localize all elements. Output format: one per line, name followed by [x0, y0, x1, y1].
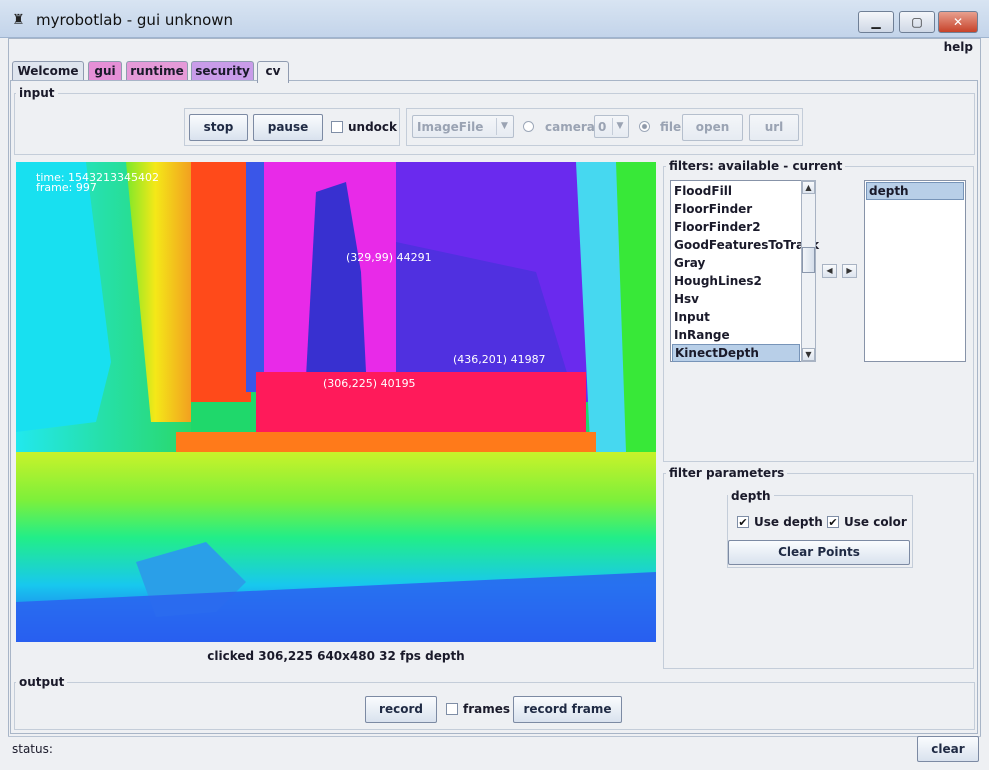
minimize-button[interactable]: ▁ — [858, 11, 894, 33]
frames-label: frames — [463, 702, 511, 716]
camera-index-value: 0 — [598, 120, 607, 134]
menu-help[interactable]: help — [944, 40, 973, 54]
depth-image — [16, 162, 656, 642]
frames-checkbox[interactable] — [446, 703, 458, 715]
filters-group-title: filters: available - current — [666, 159, 846, 173]
filter-item-floorfinder2[interactable]: FloorFinder2 — [672, 218, 761, 236]
scroll-down-icon[interactable]: ▼ — [802, 348, 815, 361]
camera-label: camera — [545, 120, 595, 134]
undock-checkbox[interactable] — [331, 121, 343, 133]
use-depth-label: Use depth — [754, 515, 823, 529]
clear-points-button[interactable]: Clear Points — [728, 540, 910, 565]
camera-index-select[interactable]: 0 ▼ — [594, 115, 629, 138]
chevron-down-icon: ▼ — [496, 118, 512, 135]
scroll-up-icon[interactable]: ▲ — [802, 181, 815, 194]
filter-item-gray[interactable]: Gray — [672, 254, 705, 272]
depth-point-label: (306,225) 40195 — [323, 377, 416, 390]
filter-item-hsv[interactable]: Hsv — [672, 290, 699, 308]
open-button[interactable]: open — [682, 114, 743, 141]
depth-point-label: (436,201) 41987 — [453, 353, 546, 366]
use-depth-checkbox[interactable]: ✔ — [737, 516, 749, 528]
filter-item-inrange[interactable]: InRange — [672, 326, 730, 344]
clear-button[interactable]: clear — [917, 736, 979, 762]
video-display[interactable]: time: 1543213345402 frame: 997 (329,99) … — [16, 162, 656, 642]
undock-label: undock — [348, 120, 398, 134]
pause-button[interactable]: pause — [253, 114, 323, 141]
tab-cv[interactable]: cv — [257, 61, 289, 83]
current-filters-list[interactable]: depth — [864, 180, 966, 362]
url-button[interactable]: url — [749, 114, 799, 141]
tab-security[interactable]: security — [191, 61, 254, 81]
tab-welcome[interactable]: Welcome — [12, 61, 84, 81]
filter-item-floodfill[interactable]: FloodFill — [672, 182, 732, 200]
stop-button[interactable]: stop — [189, 114, 248, 141]
grabber-select[interactable]: ImageFile ▼ — [412, 115, 514, 138]
maximize-button[interactable]: ▢ — [899, 11, 935, 33]
arrow-left-icon[interactable]: ◀ — [822, 264, 837, 278]
arrow-right-icon[interactable]: ▶ — [842, 264, 857, 278]
depth-point-label: (329,99) 44291 — [346, 251, 432, 264]
use-color-label: Use color — [844, 515, 907, 529]
window-title: myrobotlab - gui unknown — [36, 11, 234, 29]
filter-item-houghlines2[interactable]: HoughLines2 — [672, 272, 762, 290]
filter-parameters-title: filter parameters — [666, 466, 788, 480]
camera-radio[interactable] — [523, 121, 534, 132]
tab-gui[interactable]: gui — [88, 61, 122, 81]
frame-readout: frame: 997 — [36, 181, 97, 194]
video-status-line: clicked 306,225 640x480 32 fps depth — [207, 649, 465, 663]
status-label: status: — [12, 742, 53, 756]
chevron-down-icon: ▼ — [612, 118, 627, 135]
grabber-select-value: ImageFile — [417, 120, 484, 134]
filter-item-input[interactable]: Input — [672, 308, 710, 326]
input-group-title: input — [16, 86, 58, 100]
close-button[interactable]: ✕ — [938, 11, 978, 33]
status-bar — [8, 736, 981, 762]
file-radio[interactable] — [639, 121, 650, 132]
scrollbar-thumb[interactable] — [802, 247, 815, 273]
filters-scrollbar[interactable]: ▲ ▼ — [801, 180, 816, 362]
record-button[interactable]: record — [365, 696, 437, 723]
tab-runtime[interactable]: runtime — [126, 61, 188, 81]
filter-item-goodfeaturestotrack[interactable]: GoodFeaturesToTrack — [672, 236, 819, 254]
filter-item-kinectdepth[interactable]: KinectDepth — [672, 344, 800, 362]
use-color-checkbox[interactable]: ✔ — [827, 516, 839, 528]
filter-item-floorfinder[interactable]: FloorFinder — [672, 200, 752, 218]
record-frame-button[interactable]: record frame — [513, 696, 622, 723]
current-filter-item[interactable]: depth — [866, 182, 964, 200]
output-group-title: output — [16, 675, 68, 689]
file-label: file — [660, 120, 682, 134]
depth-params-title: depth — [728, 489, 774, 503]
robot-icon: ♜ — [12, 12, 25, 28]
available-filters-list[interactable]: FloodFill FloorFinder FloorFinder2 GoodF… — [670, 180, 819, 362]
